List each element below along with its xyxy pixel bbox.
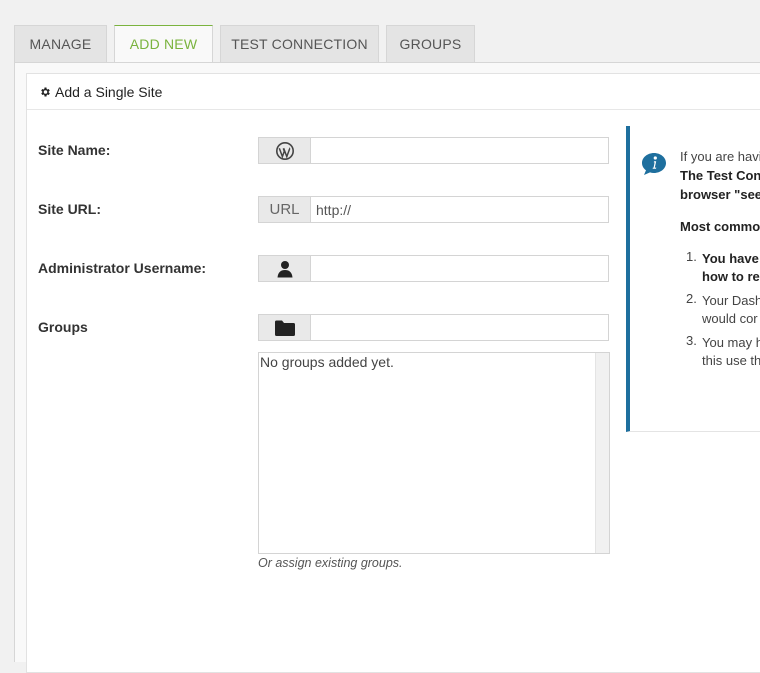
info-line-3: browser "sees: [680, 187, 760, 202]
groups-label: Groups: [38, 319, 88, 335]
site-name-input[interactable]: [311, 138, 608, 163]
section-header: Add a Single Site: [27, 74, 760, 110]
site-url-label: Site URL:: [38, 201, 101, 217]
tab-test-connection[interactable]: TEST CONNECTION: [220, 25, 379, 63]
site-name-field: [258, 137, 609, 164]
groups-field: [258, 314, 609, 341]
info-line-1: If you are havi: [680, 149, 760, 164]
admin-username-addon: [259, 256, 311, 281]
assign-groups-hint: Or assign existing groups.: [258, 556, 403, 570]
info-box: If you are havi The Test Conn browser "s…: [626, 126, 760, 432]
admin-username-field: [258, 255, 609, 282]
info-item-2-line-1: Your Dash: [702, 293, 760, 308]
info-item-1-line-1: You have: [702, 251, 759, 266]
info-item-1-line-2: how to re: [702, 269, 760, 284]
groups-list-scrollbar[interactable]: [595, 353, 609, 553]
tab-groups[interactable]: GROUPS: [386, 25, 475, 63]
info-line-2: The Test Conn: [680, 168, 760, 183]
info-line-4: Most commo: [680, 219, 760, 234]
info-item-2-line-2: would cor: [702, 311, 758, 326]
groups-empty-message: No groups added yet.: [260, 354, 394, 370]
info-icon: [642, 153, 666, 175]
folder-icon: [274, 320, 295, 336]
section-title: Add a Single Site: [55, 84, 163, 100]
site-url-addon: URL: [259, 197, 311, 222]
info-item-3-line-1: You may h: [702, 335, 760, 350]
admin-username-input[interactable]: [311, 256, 608, 281]
info-item-1-number: 1.: [686, 249, 697, 264]
user-icon: [277, 260, 292, 277]
tab-manage[interactable]: MANAGE: [14, 25, 107, 63]
info-item-3-line-2: this use th: [702, 353, 760, 368]
tab-add-new[interactable]: ADD NEW: [114, 25, 213, 64]
info-item-3-number: 3.: [686, 333, 697, 348]
groups-addon: [259, 315, 311, 340]
info-item-2-number: 2.: [686, 291, 697, 306]
gear-icon: [41, 87, 50, 97]
admin-username-label: Administrator Username:: [38, 260, 207, 276]
site-url-input[interactable]: [311, 197, 608, 222]
groups-input[interactable]: [311, 315, 608, 340]
site-name-label: Site Name:: [38, 142, 111, 158]
wordpress-icon: [275, 141, 294, 160]
site-name-addon: [259, 138, 311, 163]
site-url-field: URL: [258, 196, 609, 223]
groups-list[interactable]: No groups added yet.: [258, 352, 610, 554]
